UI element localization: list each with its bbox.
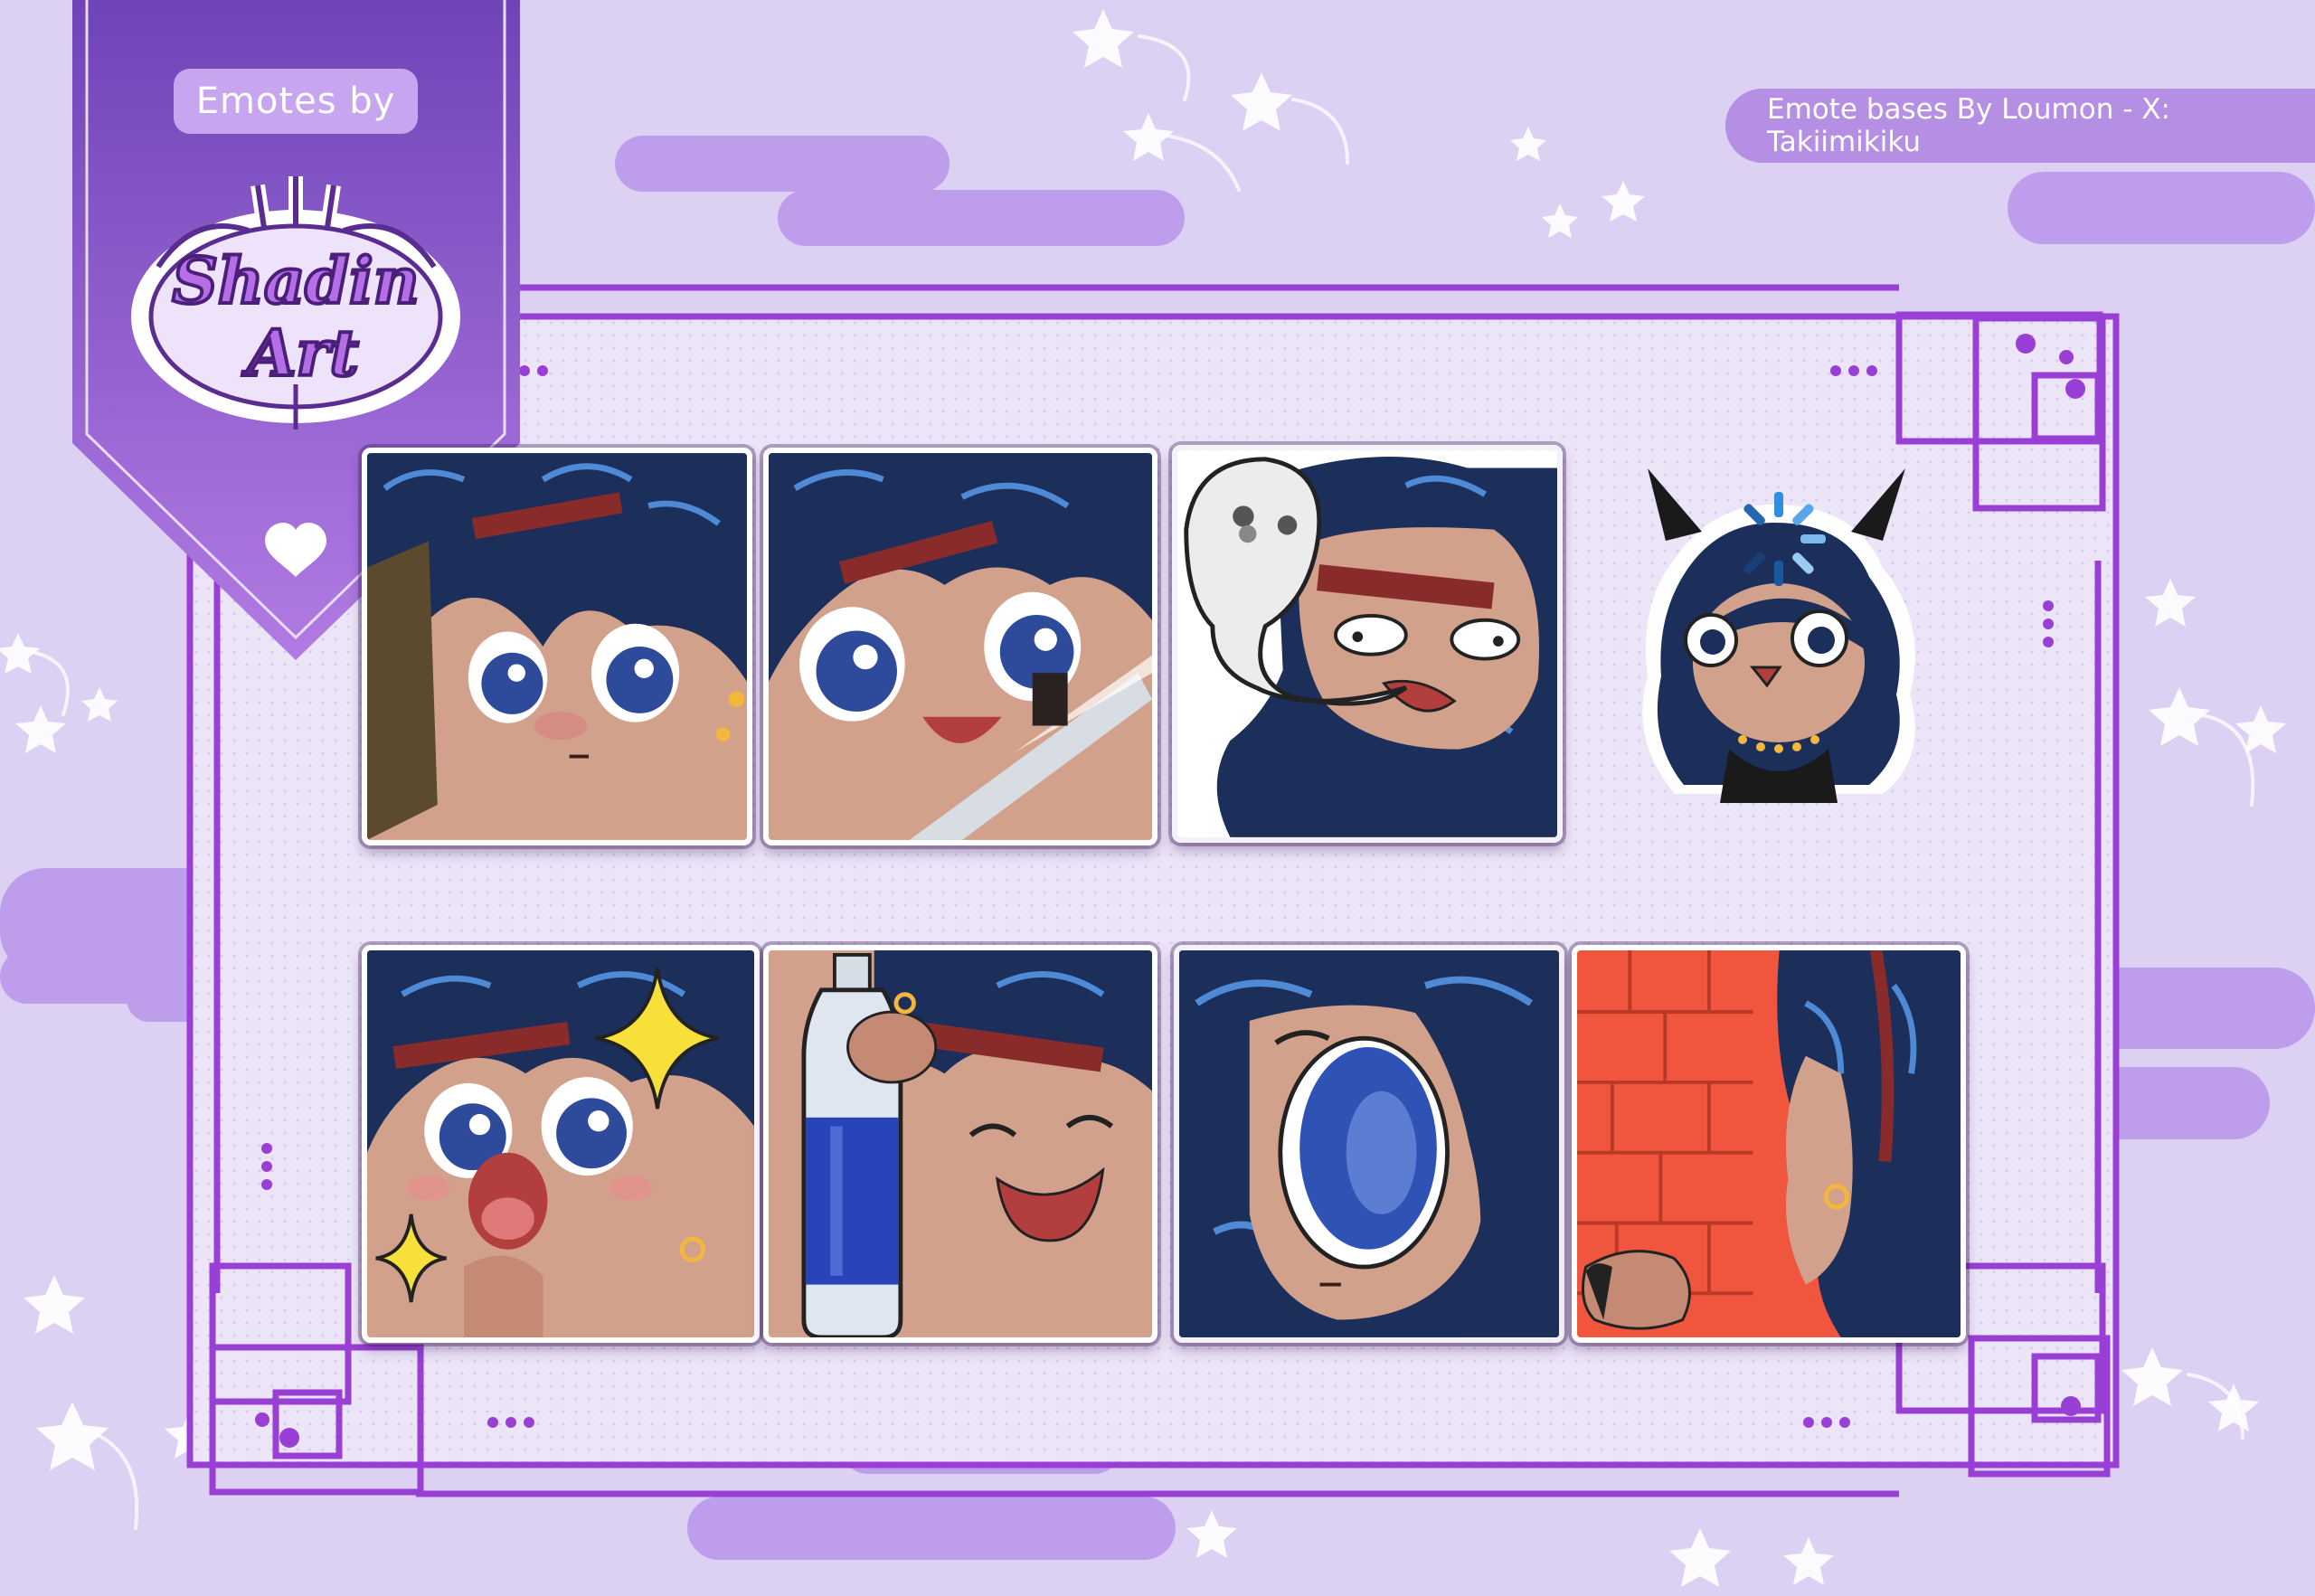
svg-text:Shadin: Shadin <box>172 243 419 318</box>
ghost-soul-leaving-icon <box>1172 445 1563 843</box>
svg-text:Art: Art <box>241 316 359 391</box>
emotes-by-label: Emotes by <box>174 69 418 134</box>
peeking-behind-door-icon <box>362 448 752 845</box>
sparkle-excited-icon <box>362 945 760 1343</box>
blank-stare-icon <box>1174 945 1564 1343</box>
loading-chibi-icon <box>1593 468 1964 830</box>
water-bottle-icon <box>763 945 1158 1343</box>
credit-text: Emote bases By Loumon - X: Takiimikiku <box>1725 89 2315 163</box>
facing-brick-wall-icon <box>1572 945 1966 1343</box>
brand-logo: Shadin Art <box>131 176 460 430</box>
knife-smile-icon <box>763 448 1158 845</box>
